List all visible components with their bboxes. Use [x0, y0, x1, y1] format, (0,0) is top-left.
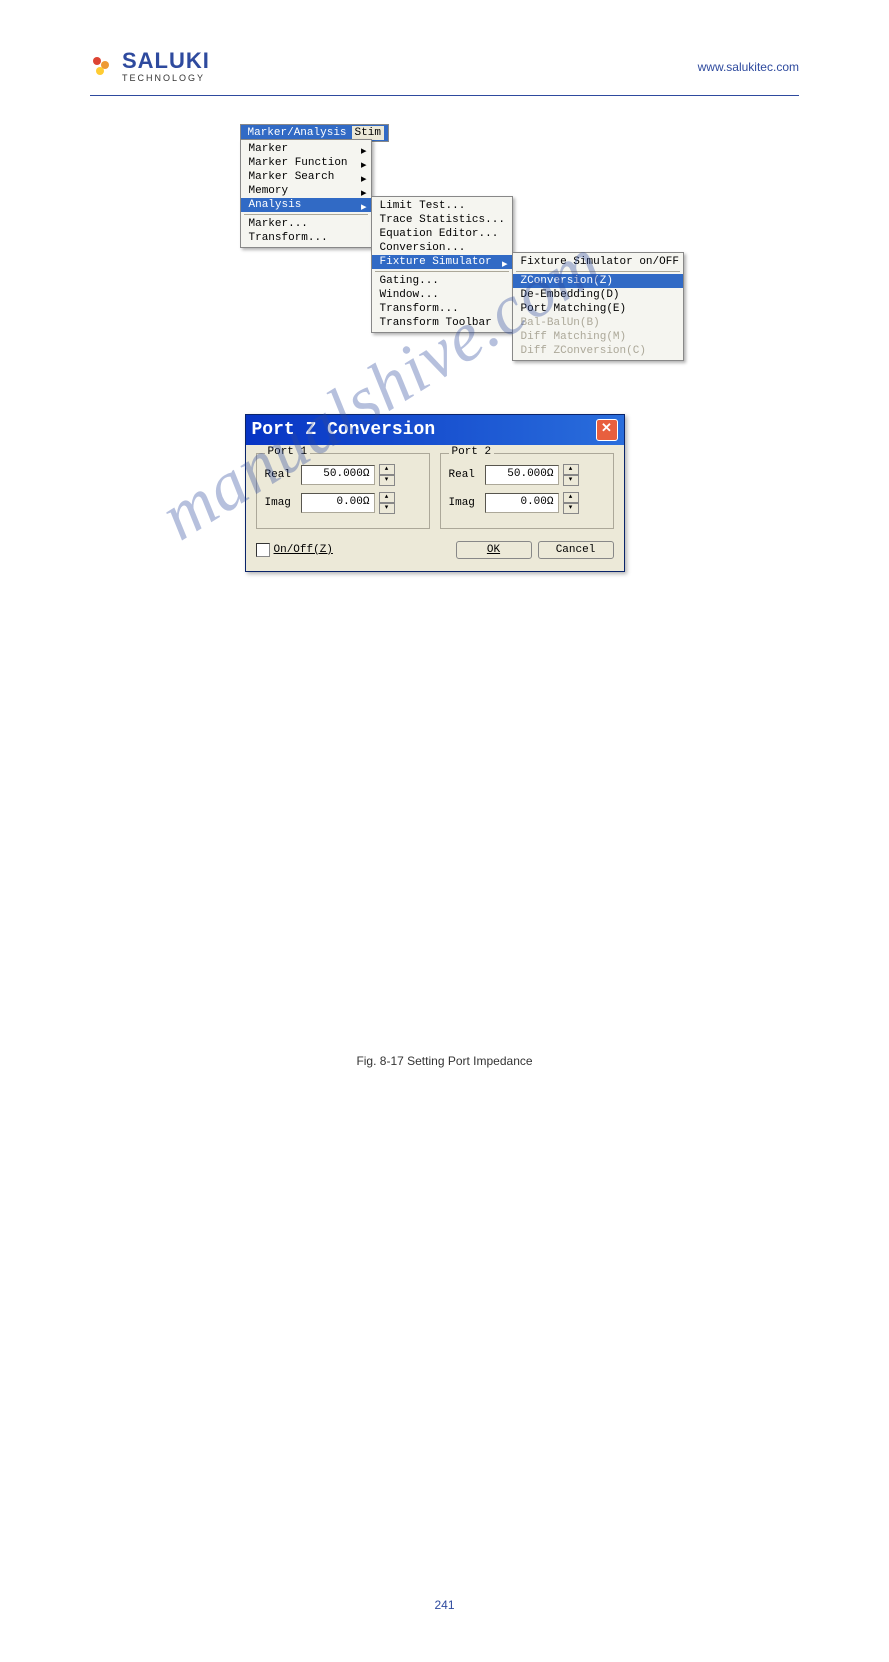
screenshot-figure: Marker/Analysis Stim Marker▸ Marker Func… — [245, 124, 645, 584]
menu-transform-dlg[interactable]: Transform... — [241, 231, 371, 245]
menu-separator — [244, 214, 368, 215]
port2-imag-row: Imag 0.00Ω ▴▾ — [449, 492, 605, 514]
port1-imag-spinner[interactable]: ▴▾ — [379, 492, 395, 514]
port1-imag-label: Imag — [265, 497, 301, 509]
menu-diff-matching: Diff Matching(M) — [513, 330, 683, 344]
menu-equation-editor[interactable]: Equation Editor... — [372, 227, 512, 241]
port1-real-input[interactable]: 50.000Ω — [301, 465, 375, 485]
port1-imag-input[interactable]: 0.00Ω — [301, 493, 375, 513]
spin-down-icon[interactable]: ▾ — [379, 475, 395, 486]
spin-down-icon[interactable]: ▾ — [563, 503, 579, 514]
menu-fixture-sim-onoff[interactable]: Fixture Simulator on/OFF — [513, 255, 683, 269]
menu-zconversion[interactable]: ZConversion(Z) — [513, 274, 683, 288]
brand-sub: TECHNOLOGY — [122, 73, 210, 83]
menu-de-embedding[interactable]: De-Embedding(D) — [513, 288, 683, 302]
menubar-marker-analysis[interactable]: Marker/Analysis — [245, 126, 350, 140]
menu-marker-search[interactable]: Marker Search▸ — [241, 170, 371, 184]
port2-real-input[interactable]: 50.000Ω — [485, 465, 559, 485]
page-header: SALUKI TECHNOLOGY www.salukitec.com — [90, 50, 799, 96]
port2-real-label: Real — [449, 469, 485, 481]
ok-button[interactable]: OK — [456, 541, 532, 559]
port1-imag-row: Imag 0.00Ω ▴▾ — [265, 492, 421, 514]
spin-up-icon[interactable]: ▴ — [563, 464, 579, 475]
spin-down-icon[interactable]: ▾ — [379, 503, 395, 514]
menu-transform-toolbar[interactable]: Transform Toolbar — [372, 316, 512, 330]
site-url: www.salukitec.com — [698, 60, 799, 74]
port2-legend: Port 2 — [449, 446, 495, 458]
menu-fixture-simulator[interactable]: Fixture Simulator▸ — [372, 255, 512, 269]
port2-imag-label: Imag — [449, 497, 485, 509]
menu-conversion[interactable]: Conversion... — [372, 241, 512, 255]
menu-level-2: Limit Test... Trace Statistics... Equati… — [371, 196, 513, 333]
menu-transform[interactable]: Transform... — [372, 302, 512, 316]
cancel-button[interactable]: Cancel — [538, 541, 614, 559]
spin-down-icon[interactable]: ▾ — [563, 475, 579, 486]
spin-up-icon[interactable]: ▴ — [379, 464, 395, 475]
onoff-checkbox[interactable] — [256, 543, 270, 557]
port1-legend: Port 1 — [265, 446, 311, 458]
port-z-conversion-dialog: Port Z Conversion ✕ Port 1 Real 50.000Ω … — [245, 414, 625, 572]
dialog-footer: On/Off(Z) OK Cancel — [246, 537, 624, 571]
menu-separator — [516, 271, 680, 272]
menu-analysis[interactable]: Analysis▸ — [241, 198, 371, 212]
port1-real-label: Real — [265, 469, 301, 481]
menu-trace-stats[interactable]: Trace Statistics... — [372, 213, 512, 227]
menu-level-3: Fixture Simulator on/OFF ZConversion(Z) … — [512, 252, 684, 361]
dialog-body: Port 1 Real 50.000Ω ▴▾ Imag 0.00Ω ▴▾ Por… — [246, 445, 624, 537]
logo-text-wrap: SALUKI TECHNOLOGY — [122, 50, 210, 83]
menu-separator — [375, 271, 509, 272]
brand-name: SALUKI — [122, 48, 210, 73]
onoff-label[interactable]: On/Off(Z) — [274, 544, 333, 556]
dialog-titlebar: Port Z Conversion ✕ — [246, 415, 624, 445]
menu-diff-zconversion: Diff ZConversion(C) — [513, 344, 683, 358]
menubar-stim[interactable]: Stim — [352, 126, 384, 140]
menu-marker-function[interactable]: Marker Function▸ — [241, 156, 371, 170]
spin-up-icon[interactable]: ▴ — [379, 492, 395, 503]
menu-gating[interactable]: Gating... — [372, 274, 512, 288]
menu-limit-test[interactable]: Limit Test... — [372, 199, 512, 213]
port2-imag-input[interactable]: 0.00Ω — [485, 493, 559, 513]
close-icon[interactable]: ✕ — [596, 419, 618, 441]
port2-real-row: Real 50.000Ω ▴▾ — [449, 464, 605, 486]
port1-real-spinner[interactable]: ▴▾ — [379, 464, 395, 486]
menu-level-1: Marker▸ Marker Function▸ Marker Search▸ … — [240, 139, 372, 248]
page-number: 241 — [90, 1598, 799, 1612]
spin-up-icon[interactable]: ▴ — [563, 492, 579, 503]
menu-marker[interactable]: Marker▸ — [241, 142, 371, 156]
figure-caption: Fig. 8-17 Setting Port Impedance — [90, 1054, 799, 1068]
port2-group: Port 2 Real 50.000Ω ▴▾ Imag 0.00Ω ▴▾ — [440, 453, 614, 529]
port1-group: Port 1 Real 50.000Ω ▴▾ Imag 0.00Ω ▴▾ — [256, 453, 430, 529]
menu-port-matching[interactable]: Port Matching(E) — [513, 302, 683, 316]
port2-real-spinner[interactable]: ▴▾ — [563, 464, 579, 486]
chevron-right-icon: ▸ — [361, 200, 367, 214]
menu-bal-balun: Bal-BalUn(B) — [513, 316, 683, 330]
port2-imag-spinner[interactable]: ▴▾ — [563, 492, 579, 514]
menu-memory[interactable]: Memory▸ — [241, 184, 371, 198]
saluki-logo-icon — [90, 54, 116, 80]
port1-real-row: Real 50.000Ω ▴▾ — [265, 464, 421, 486]
chevron-right-icon: ▸ — [502, 257, 508, 271]
menu-marker-dlg[interactable]: Marker... — [241, 217, 371, 231]
menu-window[interactable]: Window... — [372, 288, 512, 302]
dialog-title: Port Z Conversion — [252, 420, 436, 440]
